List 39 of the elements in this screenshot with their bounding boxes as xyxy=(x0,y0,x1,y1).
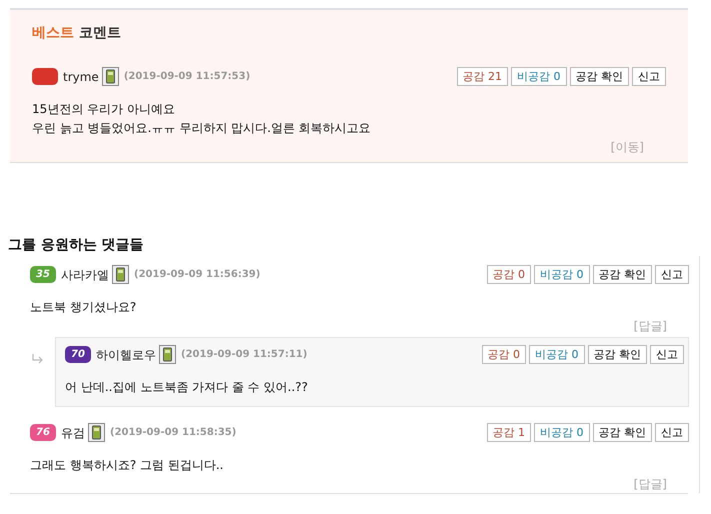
comment-text: 그래도 행복하시죠? 그럼 된겁니다.. xyxy=(30,458,224,472)
username[interactable]: 사라카엘 xyxy=(61,266,109,284)
comment-button[interactable]: 공감 0 xyxy=(482,345,526,364)
comment-button[interactable]: 공감 확인 xyxy=(570,67,629,86)
comment-text: 15년전의 우리가 아니예요 xyxy=(32,102,175,116)
comment-button[interactable]: 신고 xyxy=(655,265,689,284)
comment-button[interactable]: 신고 xyxy=(655,423,689,442)
phone-icon xyxy=(88,423,105,442)
timestamp: (2019-09-09 11:57:53) xyxy=(124,70,250,84)
username[interactable]: tryme xyxy=(63,68,99,86)
comment-text: 우린 늙고 병들었어요.ㅠㅠ 무리하지 맙시다.얼른 회복하시고요 xyxy=(32,121,371,135)
phone-icon xyxy=(159,345,176,364)
timestamp: (2019-09-09 11:56:39) xyxy=(134,268,260,282)
section-heading: 그를 응원하는 댓글들 xyxy=(8,236,144,255)
comment-button[interactable]: 공감 0 xyxy=(486,265,531,284)
level-badge: 35 xyxy=(30,266,56,283)
comment-button[interactable]: 공감 확인 xyxy=(592,265,652,284)
section-title: 베스트 코멘트 xyxy=(32,25,121,41)
comment-button[interactable]: 신고 xyxy=(632,67,666,86)
comment-button[interactable]: 비공감 0 xyxy=(529,345,584,364)
comment-button[interactable]: 비공감 0 xyxy=(511,67,566,86)
phone-icon xyxy=(112,265,129,284)
phone-icon xyxy=(102,67,119,86)
level-badge: 70 xyxy=(65,346,91,363)
timestamp: (2019-09-09 11:57:11) xyxy=(181,348,308,362)
comment-button[interactable]: 공감 확인 xyxy=(592,423,652,442)
comment-button[interactable]: 신고 xyxy=(650,345,684,364)
comment-text: 노트북 챙기셨나요? xyxy=(30,300,136,314)
comment-button[interactable]: 비공감 0 xyxy=(534,423,590,442)
comment-text: 어 난데..집에 노트북좀 가져다 줄 수 있어..?? xyxy=(65,380,308,394)
timestamp: (2019-09-09 11:58:35) xyxy=(110,426,236,440)
comment-button[interactable]: 공감 확인 xyxy=(588,345,647,364)
comment-button[interactable]: 공감 21 xyxy=(456,67,508,86)
username[interactable]: 유검 xyxy=(61,424,85,442)
comment-button[interactable]: 공감 1 xyxy=(486,423,531,442)
username[interactable]: 하이헬로우 xyxy=(96,346,156,364)
comment-button[interactable]: 비공감 0 xyxy=(534,265,590,284)
level-badge: 76 xyxy=(30,424,56,441)
reply-arrow-icon xyxy=(32,354,44,364)
